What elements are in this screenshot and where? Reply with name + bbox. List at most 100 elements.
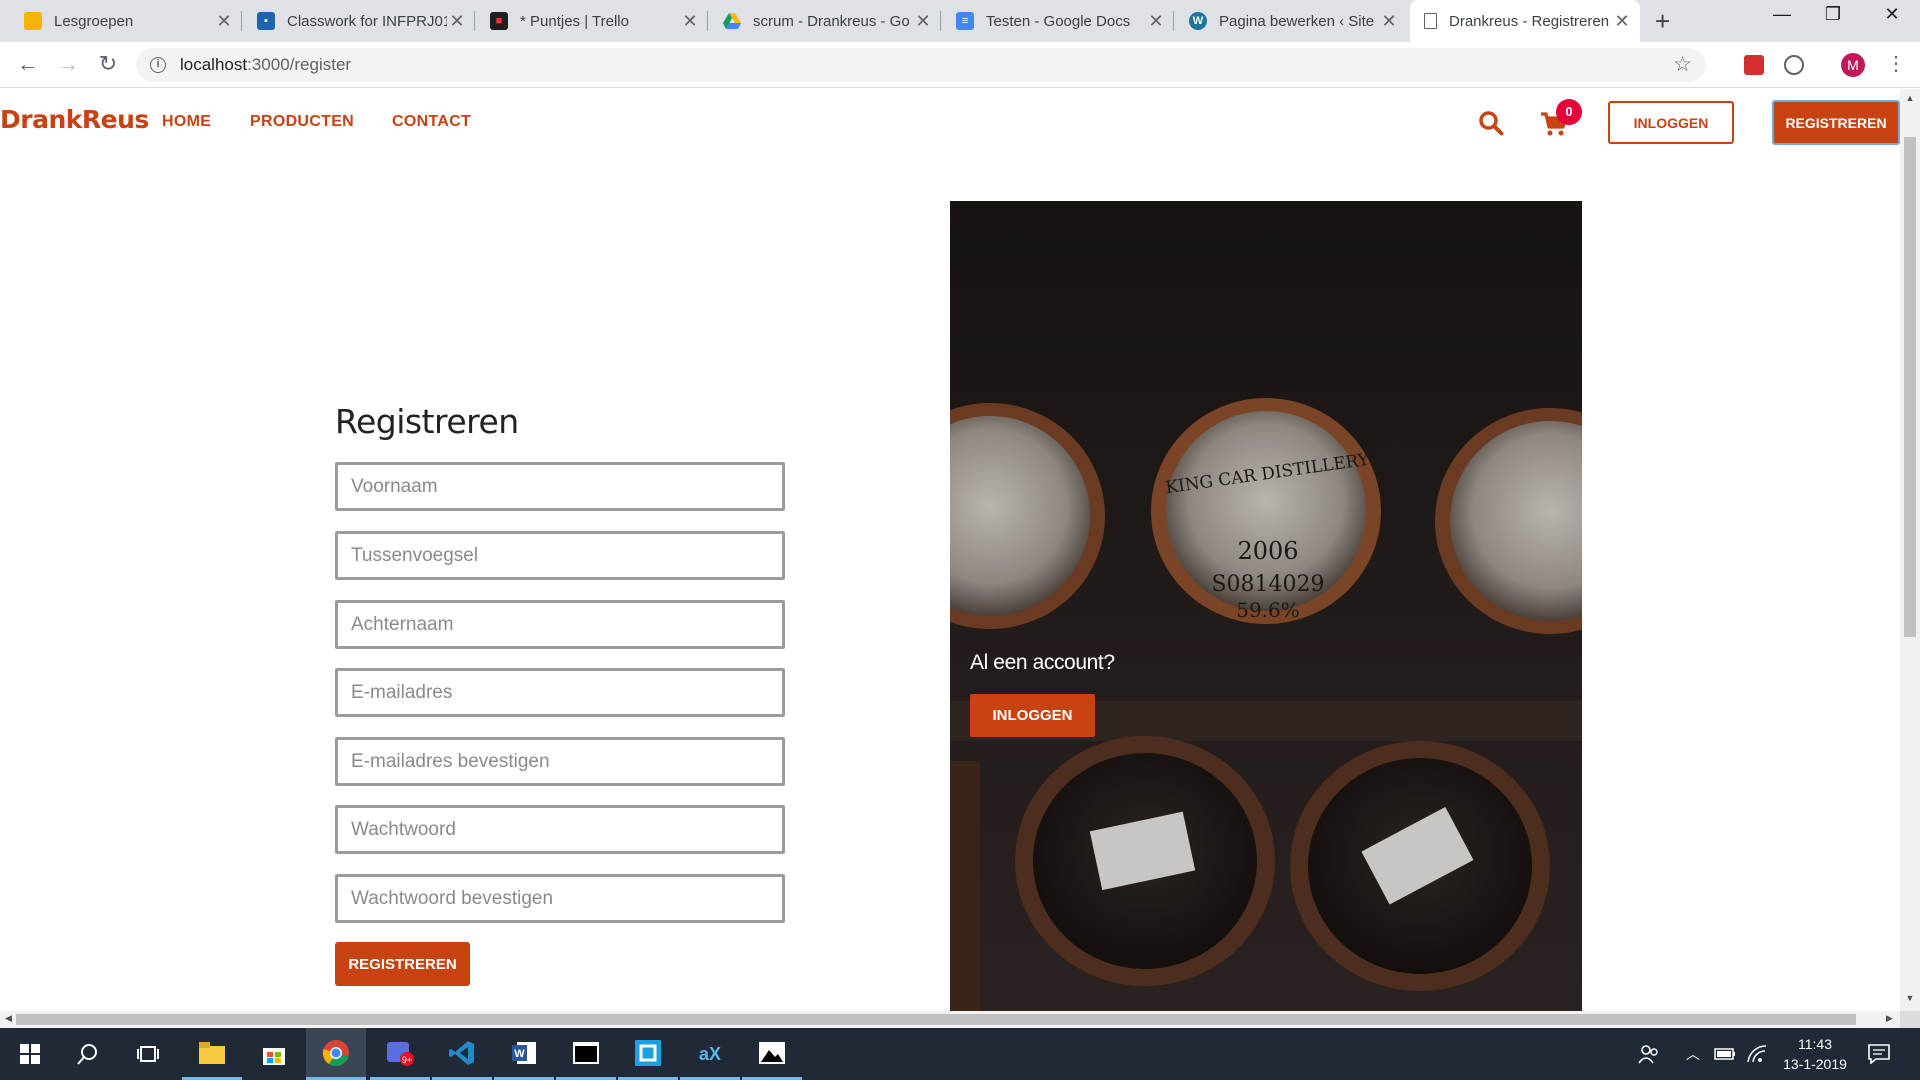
task-view-icon[interactable] bbox=[118, 1028, 178, 1080]
last-name-field[interactable] bbox=[335, 600, 785, 649]
promo-image-panel: KING CAR DISTILLERY 2006 S0814029 59.6% … bbox=[950, 201, 1582, 1011]
google-docs-favicon-icon: ≡ bbox=[956, 12, 974, 30]
classroom-favicon-icon: ▪ bbox=[257, 12, 275, 30]
file-explorer-icon[interactable] bbox=[182, 1028, 242, 1080]
url-host: localhost bbox=[180, 55, 248, 74]
restore-window-icon[interactable]: ❐ bbox=[1805, 4, 1861, 25]
close-window-icon[interactable]: ✕ bbox=[1864, 4, 1920, 25]
tab-title: Classwork for INFPRJ01 bbox=[287, 12, 447, 30]
browser-tab[interactable]: ≡ Testen - Google Docs ✕ bbox=[942, 0, 1174, 42]
wordpress-favicon-icon: W bbox=[1189, 12, 1207, 30]
reload-icon[interactable]: ↻ bbox=[94, 50, 122, 78]
tab-title: Pagina bewerken ‹ Site bbox=[1219, 12, 1375, 30]
word-icon[interactable]: W bbox=[494, 1028, 554, 1080]
site-logo[interactable]: DrankReus bbox=[0, 105, 149, 134]
email-confirm-field[interactable] bbox=[335, 737, 785, 786]
browser-tab[interactable]: Lesgroepen ✕ bbox=[10, 0, 242, 42]
site-info-icon[interactable]: i bbox=[150, 57, 166, 73]
close-tab-icon[interactable]: ✕ bbox=[680, 11, 700, 32]
terminal-icon[interactable] bbox=[556, 1028, 616, 1080]
profile-avatar[interactable]: M bbox=[1841, 53, 1865, 77]
microsoft-store-icon[interactable] bbox=[244, 1028, 304, 1080]
promo-question: Al een account? bbox=[970, 651, 1115, 674]
svg-text:S0814029: S0814029 bbox=[1211, 572, 1324, 597]
battery-icon[interactable] bbox=[1714, 1028, 1736, 1080]
close-tab-icon[interactable]: ✕ bbox=[1146, 11, 1166, 32]
photos-icon[interactable] bbox=[742, 1028, 802, 1080]
minimize-window-icon[interactable]: — bbox=[1754, 4, 1810, 25]
tab-title: Testen - Google Docs bbox=[986, 12, 1131, 30]
start-windows-icon[interactable] bbox=[0, 1028, 60, 1080]
header-register-button[interactable]: REGISTREREN bbox=[1772, 100, 1900, 145]
people-icon[interactable] bbox=[1638, 1028, 1660, 1080]
email-field[interactable] bbox=[335, 668, 785, 717]
password-confirm-field[interactable] bbox=[335, 874, 785, 923]
close-tab-icon[interactable]: ✕ bbox=[447, 11, 467, 32]
close-tab-icon[interactable]: ✕ bbox=[1379, 11, 1399, 32]
trello-favicon-icon: ■ bbox=[490, 12, 508, 30]
first-name-field[interactable] bbox=[335, 462, 785, 511]
close-tab-icon[interactable]: ✕ bbox=[913, 11, 933, 32]
tab-title: scrum - Drankreus - Go bbox=[753, 12, 910, 30]
extension-icon[interactable] bbox=[1784, 55, 1804, 75]
tab-strip: Lesgroepen ✕ ▪ Classwork for INFPRJ01 ✕ … bbox=[0, 0, 1920, 42]
search-taskbar-icon[interactable] bbox=[58, 1028, 118, 1080]
chrome-icon[interactable] bbox=[306, 1028, 366, 1080]
nav-home-link[interactable]: HOME bbox=[162, 113, 211, 131]
header-login-button[interactable]: INLOGGEN bbox=[1608, 101, 1734, 144]
password-field[interactable] bbox=[335, 805, 785, 854]
bookmark-star-icon[interactable]: ☆ bbox=[1673, 52, 1692, 77]
browser-toolbar: ← → ↻ i localhost:3000/register ☆ M ⋮ bbox=[0, 42, 1920, 88]
address-bar[interactable]: i localhost:3000/register ☆ bbox=[136, 48, 1706, 82]
clock-date: 13-1-2019 bbox=[1783, 1056, 1847, 1072]
svg-text:W: W bbox=[514, 1048, 525, 1060]
classroom-favicon-icon bbox=[24, 12, 42, 30]
browser-tab[interactable]: ▪ Classwork for INFPRJ01 ✕ bbox=[243, 0, 475, 42]
browser-tab[interactable]: scrum - Drankreus - Go ✕ bbox=[709, 0, 941, 42]
nav-contact-link[interactable]: CONTACT bbox=[392, 113, 471, 131]
infix-field[interactable] bbox=[335, 531, 785, 580]
page-viewport: DrankReus HOME PRODUCTEN CONTACT 0 INLOG… bbox=[0, 89, 1900, 1011]
wifi-icon[interactable] bbox=[1746, 1028, 1768, 1080]
show-hidden-icons-chevron-icon[interactable]: ︿ bbox=[1686, 1028, 1700, 1080]
clock-time: 11:43 bbox=[1798, 1036, 1832, 1052]
tab-title: * Puntjes | Trello bbox=[520, 12, 629, 30]
system-clock[interactable]: 11:43 13-1-2019 bbox=[1770, 1034, 1860, 1074]
nav-products-link[interactable]: PRODUCTEN bbox=[250, 113, 354, 131]
extension-icon[interactable] bbox=[1744, 55, 1764, 75]
close-tab-icon[interactable]: ✕ bbox=[1612, 11, 1632, 32]
horizontal-scrollbar[interactable]: ◀ ▶ bbox=[0, 1011, 1900, 1028]
svg-text:aX: aX bbox=[699, 1044, 721, 1064]
scrollbar-corner bbox=[1900, 1011, 1920, 1028]
browser-tab[interactable]: W Pagina bewerken ‹ Site ✕ bbox=[1175, 0, 1407, 42]
app-icon[interactable]: aX bbox=[680, 1028, 740, 1080]
action-center-icon[interactable] bbox=[1868, 1028, 1890, 1080]
browser-menu-icon[interactable]: ⋮ bbox=[1886, 51, 1906, 76]
browser-tab[interactable]: ■ * Puntjes | Trello ✕ bbox=[476, 0, 708, 42]
tab-title: Drankreus - Registreren bbox=[1449, 12, 1610, 30]
page-favicon-icon bbox=[1424, 13, 1437, 29]
chat-badge-text: 9+ bbox=[402, 1055, 412, 1065]
forward-arrow-icon[interactable]: → bbox=[54, 50, 82, 78]
vertical-scrollbar[interactable]: ▲ ▼ bbox=[1900, 89, 1920, 1011]
promo-login-button[interactable]: INLOGGEN bbox=[970, 694, 1095, 737]
back-arrow-icon[interactable]: ← bbox=[14, 50, 42, 78]
cart-count-badge: 0 bbox=[1556, 99, 1582, 125]
chat-app-icon[interactable]: 9+ bbox=[370, 1028, 430, 1080]
vertical-scrollbar-thumb[interactable] bbox=[1904, 137, 1916, 637]
form-title: Registreren bbox=[335, 402, 519, 441]
app-icon[interactable] bbox=[618, 1028, 678, 1080]
google-drive-favicon-icon bbox=[723, 12, 741, 30]
svg-text:59.6%: 59.6% bbox=[1236, 598, 1300, 622]
whisky-barrels-image: KING CAR DISTILLERY 2006 S0814029 59.6% bbox=[950, 201, 1582, 1011]
svg-text:2006: 2006 bbox=[1237, 537, 1298, 565]
horizontal-scrollbar-thumb[interactable] bbox=[16, 1014, 1856, 1025]
search-icon[interactable] bbox=[1478, 110, 1504, 136]
browser-tab-active[interactable]: Drankreus - Registreren ✕ bbox=[1410, 0, 1640, 42]
register-submit-button[interactable]: REGISTREREN bbox=[335, 942, 470, 986]
vscode-icon[interactable] bbox=[432, 1028, 492, 1080]
new-tab-plus-icon[interactable]: + bbox=[1655, 6, 1670, 37]
close-tab-icon[interactable]: ✕ bbox=[214, 11, 234, 32]
tab-title: Lesgroepen bbox=[54, 12, 134, 30]
windows-taskbar: 9+ W aX ︿ 11:43 13-1-2019 bbox=[0, 1028, 1920, 1080]
